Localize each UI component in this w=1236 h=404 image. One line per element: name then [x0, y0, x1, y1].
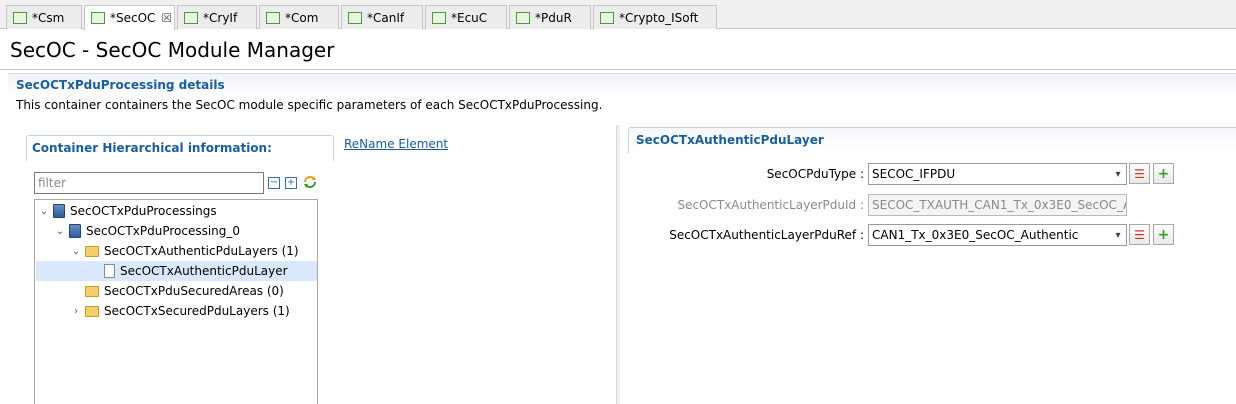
pdu-id-field: SECOC_TXAUTH_CAN1_Tx_0x3E0_SecOC_Aut	[868, 194, 1127, 216]
file-icon	[184, 11, 198, 24]
tab-label: *Csm	[32, 10, 65, 25]
tree-node[interactable]: SecOCTxPduSecuredAreas (0)	[71, 281, 284, 301]
list-icon[interactable]: ☰	[1129, 224, 1150, 245]
rename-element-link[interactable]: ReName Element	[344, 137, 448, 151]
folder-icon	[85, 285, 99, 297]
combo-value: CAN1_Tx_0x3E0_SecOC_Authentic	[872, 228, 1079, 242]
tree-node[interactable]: ⌄ SecOCTxPduProcessing_0	[55, 221, 240, 241]
tab-ecuc[interactable]: *EcuC	[425, 5, 507, 29]
container-icon	[69, 224, 81, 238]
list-icon[interactable]: ☰	[1129, 163, 1150, 184]
close-icon[interactable]: ☒	[161, 11, 172, 25]
file-icon	[516, 11, 530, 24]
chevron-down-icon[interactable]: ▾	[1110, 230, 1126, 241]
filter-input[interactable]	[34, 172, 264, 194]
editor-header: SecOC - SecOC Module Manager	[0, 30, 1236, 70]
file-icon	[13, 11, 27, 24]
tree-node[interactable]: ⌄ SecOCTxPduProcessings	[39, 201, 217, 221]
tree-node-selected[interactable]: SecOCTxAuthenticPduLayer	[36, 261, 317, 281]
field-label-pdu-id: SecOCTxAuthenticLayerPduId :	[677, 198, 864, 212]
tab-com[interactable]: *Com	[259, 5, 339, 29]
properties-pane: SecOCTxAuthenticPduLayer SecOCPduType : …	[628, 125, 1236, 404]
pane-splitter[interactable]	[616, 125, 620, 404]
field-label-pdu-type: SecOCPduType :	[766, 167, 864, 181]
hierarchy-tree[interactable]: ⌄ SecOCTxPduProcessings ⌄ SecOCTxPduProc…	[34, 199, 318, 404]
hierarchy-title: Container Hierarchical information:	[32, 141, 272, 155]
chevron-down-icon[interactable]: ▾	[1110, 169, 1126, 180]
pdu-ref-combo[interactable]: CAN1_Tx_0x3E0_SecOC_Authentic ▾	[868, 224, 1127, 246]
tab-pdur[interactable]: *PduR	[509, 5, 591, 29]
pdu-type-combo[interactable]: SECOC_IFPDU ▾	[868, 163, 1127, 185]
details-section: SecOCTxPduProcessing details This contai…	[8, 73, 1236, 123]
field-label-pdu-ref: SecOCTxAuthenticLayerPduRef :	[669, 228, 864, 242]
tree-node[interactable]: ⌄ SecOCTxAuthenticPduLayers (1)	[71, 241, 299, 261]
details-description: This container containers the SecOC modu…	[16, 98, 603, 112]
expand-all-icon[interactable]: +	[285, 177, 297, 189]
tab-label: *SecOC	[110, 11, 156, 25]
details-title: SecOCTxPduProcessing details	[16, 78, 225, 92]
tab-cryif[interactable]: *CryIf	[177, 5, 257, 29]
expand-twisty-icon[interactable]: ⌄	[55, 226, 65, 237]
tree-node[interactable]: › SecOCTxSecuredPduLayers (1)	[71, 301, 290, 321]
hierarchy-pane: Container Hierarchical information: ReNa…	[8, 125, 614, 404]
expand-twisty-icon[interactable]: ⌄	[39, 206, 49, 217]
tree-node-label: SecOCTxAuthenticPduLayer	[120, 264, 288, 278]
document-icon	[104, 264, 115, 278]
tab-label: *CanIf	[367, 10, 405, 25]
tab-label: *Com	[285, 10, 319, 25]
collapse-all-icon[interactable]: −	[268, 177, 280, 189]
file-icon	[600, 11, 614, 24]
tree-node-label: SecOCTxSecuredPduLayers (1)	[104, 304, 290, 318]
tree-node-label: SecOCTxPduProcessing_0	[86, 224, 241, 238]
add-icon[interactable]: +	[1153, 224, 1174, 245]
file-icon	[348, 11, 362, 24]
tab-label: *CryIf	[203, 10, 238, 25]
combo-value: SECOC_IFPDU	[872, 167, 956, 181]
tab-label: *Crypto_ISoft	[619, 10, 699, 25]
tab-secoc[interactable]: *SecOC ☒	[84, 5, 175, 30]
tab-crypto-isoft[interactable]: *Crypto_ISoft	[593, 5, 717, 29]
link-with-editor-icon[interactable]	[302, 174, 318, 190]
folder-icon	[85, 245, 99, 257]
add-icon[interactable]: +	[1153, 163, 1174, 184]
tab-label: *EcuC	[451, 10, 488, 25]
folder-icon	[85, 305, 99, 317]
file-icon	[432, 11, 446, 24]
container-icon	[53, 204, 65, 218]
file-icon	[266, 11, 280, 24]
tab-label: *PduR	[535, 10, 572, 25]
expand-twisty-icon[interactable]: ›	[71, 306, 81, 317]
tree-node-label: SecOCTxPduSecuredAreas (0)	[104, 284, 284, 298]
tree-node-label: SecOCTxAuthenticPduLayers (1)	[104, 244, 299, 258]
file-icon	[91, 12, 105, 24]
editor-tab-bar: *Csm *SecOC ☒ *CryIf *Com *CanIf *EcuC *…	[0, 0, 1236, 30]
expand-twisty-icon[interactable]: ⌄	[71, 246, 81, 257]
page-title: SecOC - SecOC Module Manager	[10, 38, 335, 62]
tree-node-label: SecOCTxPduProcessings	[70, 204, 217, 218]
properties-title: SecOCTxAuthenticPduLayer	[636, 133, 824, 147]
tab-csm[interactable]: *Csm	[6, 5, 82, 29]
tab-canif[interactable]: *CanIf	[341, 5, 423, 29]
